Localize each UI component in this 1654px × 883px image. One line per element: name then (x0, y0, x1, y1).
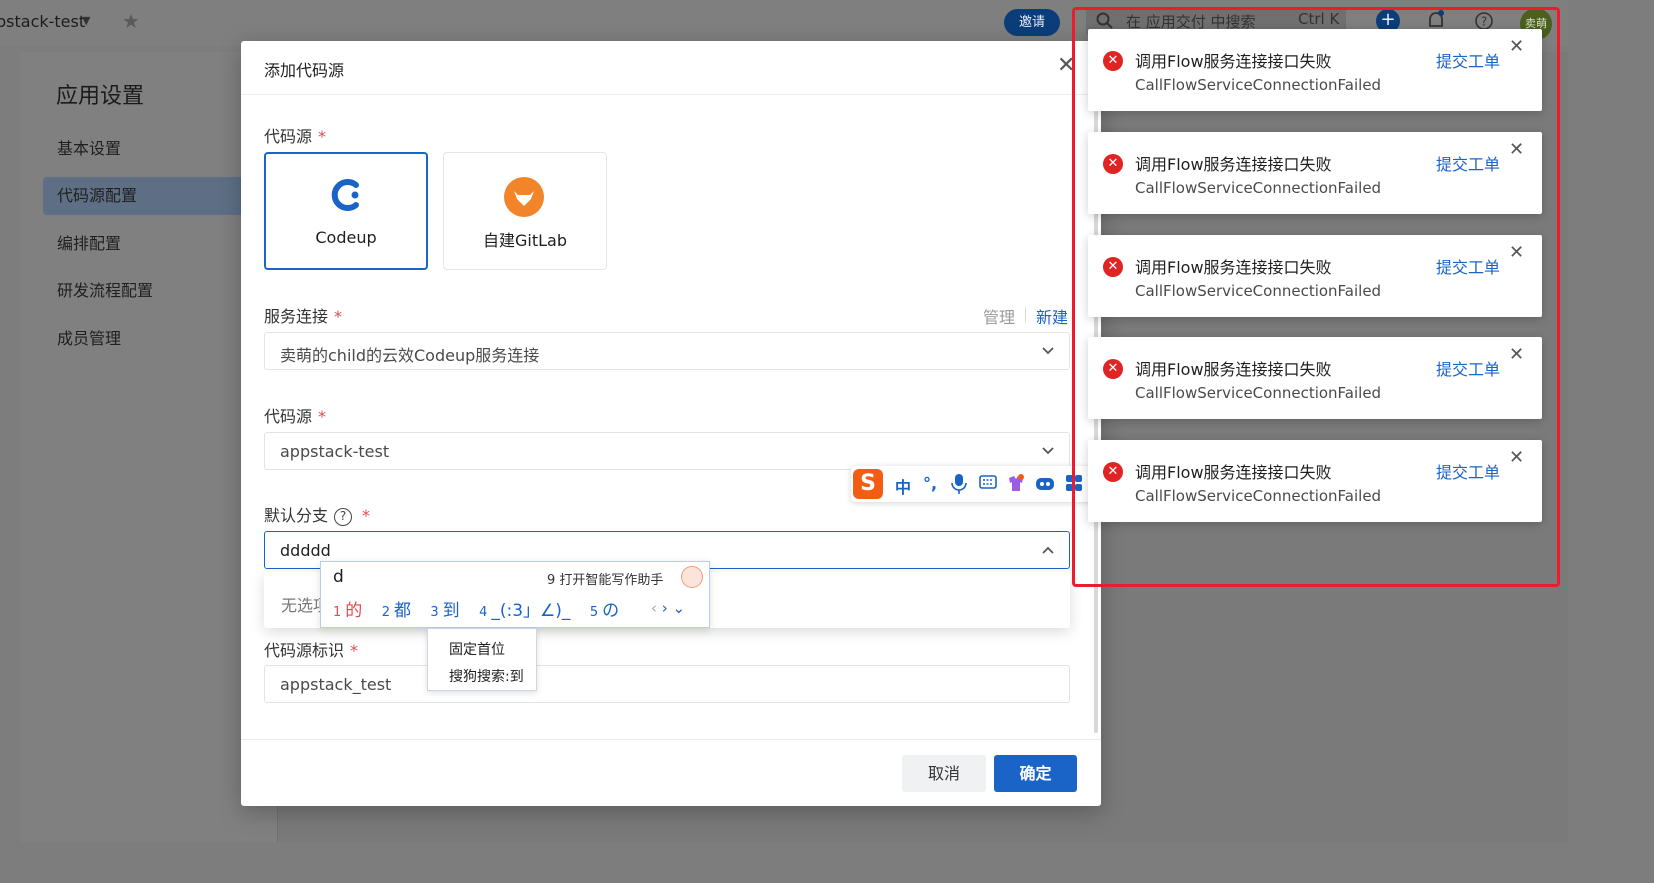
source-card-label: 自建GitLab (483, 231, 567, 250)
footer-divider (241, 739, 1101, 740)
skin-icon[interactable] (1007, 474, 1025, 492)
select-value: 卖萌的child的云效Codeup服务连接 (280, 346, 540, 365)
source-card-gitlab[interactable]: 自建GitLab (443, 152, 607, 270)
keyboard-icon[interactable] (979, 474, 997, 490)
ime-menu-search[interactable]: 搜狗搜索:到 (449, 666, 524, 686)
default-branch-label: 默认分支? * (264, 506, 371, 526)
ime-candidate[interactable]: 2都 (382, 601, 411, 621)
ime-page-nav[interactable]: ‹ › ⌄ (651, 599, 685, 617)
sidebar-item-basic[interactable]: 基本设置 (43, 130, 243, 168)
ime-candidate[interactable]: 1的 (333, 601, 362, 621)
ime-candidate[interactable]: 5の (590, 601, 619, 621)
input-value: ddddd (280, 541, 331, 560)
sidebar-item-code-source[interactable]: 代码源配置 (43, 177, 243, 215)
invite-button[interactable]: 邀请 (1004, 9, 1060, 36)
star-icon[interactable]: ★ (122, 9, 140, 33)
new-link[interactable]: 新建 (1036, 304, 1068, 328)
source-type-label: 代码源 * (264, 127, 327, 146)
gitlab-logo-icon (504, 177, 544, 217)
source-card-label: Codeup (315, 228, 377, 247)
add-source-modal: 添加代码源 ✕ 代码源 * Codeup 自建GitLab 服务连接 * 管理 新建… (241, 41, 1101, 806)
ime-candidate[interactable]: 4 _(:3」∠)_ (479, 601, 570, 621)
sidebar-item-members[interactable]: 成员管理 (43, 320, 243, 358)
identifier-input[interactable]: appstack_test (264, 665, 1070, 703)
highlight-annotation-box (1072, 7, 1560, 587)
cancel-button[interactable]: 取消 (902, 755, 986, 792)
ime-candidate[interactable]: 3到 (430, 601, 459, 621)
chevron-down-icon[interactable]: ▼ (82, 14, 90, 27)
sidebar-item-workflow[interactable]: 研发流程配置 (43, 272, 243, 310)
microphone-icon[interactable] (951, 474, 967, 494)
ime-context-menu: 固定首位 搜狗搜索:到 (427, 628, 537, 691)
modal-title: 添加代码源 (264, 61, 345, 80)
robot-icon[interactable] (1035, 474, 1055, 492)
app-name[interactable]: pstack-test (0, 12, 85, 31)
ime-mode-toggle[interactable]: 中 (895, 474, 911, 498)
identifier-label: 代码源标识 * (264, 641, 359, 660)
punctuation-icon[interactable]: °, (923, 474, 937, 493)
select-value: appstack-test (280, 442, 390, 461)
codeup-logo-icon (331, 179, 359, 211)
manage-link[interactable]: 管理 (983, 304, 1015, 328)
chevron-up-icon (1042, 546, 1054, 554)
page-title: 应用设置 (56, 84, 145, 109)
repo-select[interactable]: appstack-test (264, 432, 1070, 470)
divider (1025, 307, 1026, 323)
ime-ai-hint[interactable]: 9 打开智能写作助手 (547, 569, 663, 588)
sidebar-item-orchestration[interactable]: 编排配置 (43, 225, 243, 263)
input-value: appstack_test (280, 675, 392, 694)
service-connection-select[interactable]: 卖萌的child的云效Codeup服务连接 (264, 332, 1070, 370)
service-connection-label: 服务连接 * (264, 307, 343, 326)
ime-candidate-panel: d 9 打开智能写作助手 1的 2都 3到 4 _(:3」∠)_ 5の ‹ › ⌄ (320, 561, 710, 628)
ime-menu-pin[interactable]: 固定首位 (449, 639, 505, 659)
source-card-codeup[interactable]: Codeup (264, 152, 428, 270)
ai-assistant-icon[interactable] (681, 566, 703, 588)
help-icon[interactable]: ? (334, 507, 353, 526)
chevron-down-icon (1042, 347, 1054, 355)
sogou-logo-icon[interactable]: S (853, 469, 883, 499)
ime-candidates: 1的 2都 3到 4 _(:3」∠)_ 5の (333, 596, 633, 621)
repo-label: 代码源 * (264, 407, 327, 426)
chevron-down-icon (1042, 447, 1054, 455)
ime-composition: d (333, 567, 344, 587)
confirm-button[interactable]: 确定 (994, 755, 1077, 792)
sidebar (20, 52, 278, 842)
modal-header: 添加代码源 ✕ (241, 41, 1101, 95)
